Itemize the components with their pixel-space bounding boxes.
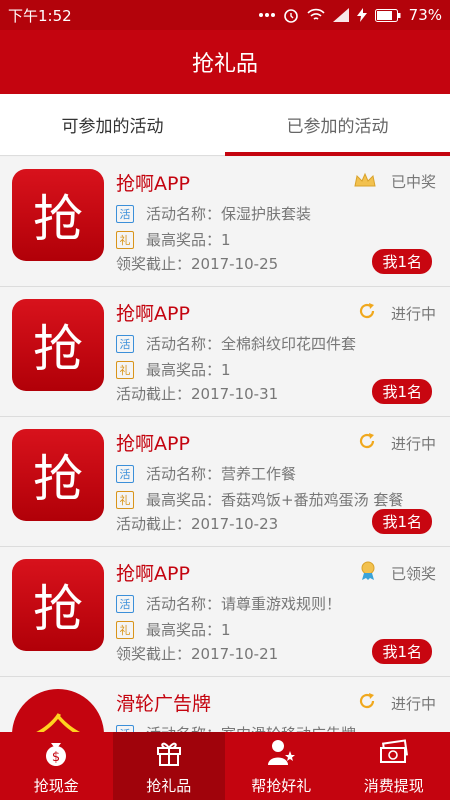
alarm-icon	[283, 7, 299, 23]
nav-label: 抢礼品	[146, 776, 192, 795]
refresh-icon	[357, 691, 377, 715]
activity-tag: 活	[116, 594, 134, 613]
money-bag-icon: $	[41, 737, 71, 771]
max-prize: 最高奖品：香菇鸡饭+番茄鸡蛋汤 套餐	[146, 491, 404, 509]
activity-name: 活动名称：室内滑轮移动广告牌	[146, 723, 356, 732]
rank-badge: 我1名	[372, 639, 432, 664]
activity-status: 进行中	[357, 691, 436, 715]
activity-tag: 活	[116, 464, 134, 483]
wifi-icon	[307, 8, 325, 22]
deadline: 领奖截止：2017-10-25	[116, 255, 279, 273]
tab-label: 已参加的活动	[286, 117, 389, 137]
activity-status: 已中奖	[353, 171, 436, 192]
cash-icon	[378, 737, 410, 771]
activity-item[interactable]: 抢 抢啊APP 进行中 活 活动名称：全棉斜纹印花四件套 礼 最高奖品：1 活动…	[0, 287, 450, 417]
activity-title: 抢啊APP	[116, 433, 190, 455]
status-text: 已领奖	[390, 564, 436, 583]
gift-icon	[154, 737, 184, 771]
app-logo: 抢	[12, 169, 104, 261]
activity-title: 滑轮广告牌	[116, 693, 212, 715]
activity-tag: 活	[116, 334, 134, 353]
refresh-icon	[357, 431, 377, 455]
app-logo: 抢	[12, 299, 104, 391]
refresh-icon	[357, 301, 377, 325]
more-icon	[258, 12, 275, 18]
status-bar: 下午1:52 73%	[0, 0, 450, 30]
status-text: 进行中	[390, 304, 436, 323]
status-text: 进行中	[390, 434, 436, 453]
nav-label: 帮抢好礼	[251, 776, 312, 795]
rank-badge: 我1名	[372, 249, 432, 274]
nav-cash-out[interactable]: 消费提现	[338, 732, 450, 800]
gift-tag: 礼	[116, 620, 134, 639]
tab-bar: 可参加的活动 已参加的活动	[0, 94, 450, 156]
activity-tag: 活	[116, 204, 134, 223]
app-logo: 抢	[12, 429, 104, 521]
nav-grab-cash[interactable]: $ 抢现金	[0, 732, 113, 800]
crown-icon	[353, 172, 377, 192]
activity-status: 进行中	[357, 301, 436, 325]
activity-title: 抢啊APP	[116, 303, 190, 325]
activity-name: 活动名称：保湿护肤套装	[146, 205, 312, 223]
nav-label: 消费提现	[363, 776, 424, 795]
nav-grab-gift[interactable]: 抢礼品	[112, 732, 225, 800]
activity-name: 活动名称：请尊重游戏规则！	[146, 595, 342, 613]
page-title: 抢礼品	[191, 52, 258, 77]
activity-status: 已领奖	[359, 561, 436, 585]
signal-icon	[332, 8, 349, 22]
svg-text:$: $	[52, 750, 60, 765]
battery-percent: 73%	[408, 6, 442, 24]
nav-label: 抢现金	[33, 776, 79, 795]
activity-name: 活动名称：营养工作餐	[146, 465, 297, 483]
max-prize: 最高奖品：1	[146, 361, 231, 379]
max-prize: 最高奖品：1	[146, 231, 231, 249]
charging-icon	[356, 8, 367, 22]
bottom-nav: $ 抢现金 抢礼品 帮抢好礼 消费提现	[0, 732, 450, 800]
deadline: 活动截止：2017-10-23	[116, 515, 279, 533]
rank-badge: 我1名	[372, 379, 432, 404]
medal-icon	[359, 561, 377, 585]
activity-status: 进行中	[357, 431, 436, 455]
gift-tag: 礼	[116, 230, 134, 249]
activity-title: 抢啊APP	[116, 173, 190, 195]
activity-list: 抢 抢啊APP 已中奖 活 活动名称：保湿护肤套装 礼 最高奖品：1 领奖截止：…	[0, 157, 450, 732]
activity-name: 活动名称：全棉斜纹印花四件套	[146, 335, 357, 353]
tab-available-activities[interactable]: 可参加的活动	[0, 94, 225, 155]
tab-label: 可参加的活动	[61, 117, 164, 137]
rank-badge: 我1名	[372, 509, 432, 534]
gift-tag: 礼	[116, 490, 134, 509]
app-logo: 抢	[12, 559, 104, 651]
activity-item[interactable]: 抢 抢啊APP 进行中 活 活动名称：营养工作餐 礼 最高奖品：香菇鸡饭+番茄鸡…	[0, 417, 450, 547]
deadline: 领奖截止：2017-10-21	[116, 645, 279, 663]
activity-item[interactable]: 全 滑轮广告牌 进行中 活 活动名称：室内滑轮移动广告牌	[0, 677, 450, 732]
nav-help-grab[interactable]: 帮抢好礼	[225, 732, 338, 800]
user-star-icon	[266, 737, 296, 771]
status-time: 下午1:52	[8, 6, 72, 25]
deadline: 活动截止：2017-10-31	[116, 385, 279, 403]
app-logo: 全	[12, 689, 104, 732]
battery-icon	[374, 8, 401, 22]
activity-item[interactable]: 抢 抢啊APP 已领奖 活 活动名称：请尊重游戏规则！ 礼 最高奖品：1 领奖截…	[0, 547, 450, 677]
max-prize: 最高奖品：1	[146, 621, 231, 639]
app-header: 抢礼品	[0, 30, 450, 94]
status-text: 已中奖	[390, 173, 436, 191]
activity-title: 抢啊APP	[116, 563, 190, 585]
status-text: 进行中	[390, 694, 436, 713]
activity-item[interactable]: 抢 抢啊APP 已中奖 活 活动名称：保湿护肤套装 礼 最高奖品：1 领奖截止：…	[0, 157, 450, 287]
activity-tag: 活	[116, 724, 134, 732]
tab-joined-activities[interactable]: 已参加的活动	[225, 94, 450, 156]
gift-tag: 礼	[116, 360, 134, 379]
